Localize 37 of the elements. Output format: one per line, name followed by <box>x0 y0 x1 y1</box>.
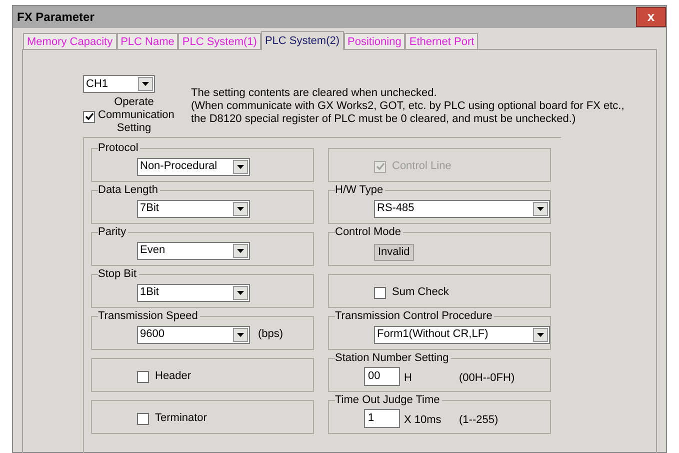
input-field[interactable]: 1 <box>364 409 400 428</box>
group-title: H/W Type <box>335 183 386 197</box>
dropdown[interactable]: CH1 <box>83 75 155 93</box>
dropdown[interactable]: RS-485 <box>374 200 550 218</box>
group-title: Station Number Setting <box>335 351 451 365</box>
range-label: (1--255) <box>459 412 498 428</box>
unit-label: H <box>404 370 413 386</box>
checkbox-label: Sum Check <box>392 285 449 300</box>
note-text: the D8120 special register of PLC must be 0 cleared, and must be unchecked.) <box>191 113 577 126</box>
input-field[interactable]: 00 <box>364 367 400 386</box>
dropdown[interactable]: 9600 <box>137 326 250 344</box>
checkbox[interactable] <box>374 286 386 298</box>
dropdown[interactable]: 1Bit <box>137 284 250 302</box>
checkbox[interactable] <box>137 412 149 424</box>
close-button[interactable]: x <box>636 7 666 27</box>
dropdown[interactable]: Non-Procedural <box>137 158 250 176</box>
checkbox[interactable] <box>137 370 149 382</box>
group-title: Parity <box>98 225 128 239</box>
checkbox-label: Header <box>155 369 192 384</box>
window-title: FX Parameter <box>17 9 94 26</box>
checkbox[interactable] <box>83 110 95 122</box>
mode-display: Invalid <box>374 244 414 260</box>
dropdown[interactable]: Even <box>137 242 250 260</box>
group-title: Data Length <box>98 183 160 197</box>
group-title: Stop Bit <box>98 267 139 281</box>
checkbox-label: Terminator <box>155 411 207 426</box>
note-text: The setting contents are cleared when unchecked. <box>191 87 438 100</box>
tab[interactable]: PLC System(2) <box>260 31 344 50</box>
dropdown[interactable]: Form1(Without CR,LF) <box>374 326 550 344</box>
group-title: Time Out Judge Time <box>335 393 442 407</box>
range-label: (00H--0FH) <box>459 370 515 386</box>
checkbox-label: Control Line <box>392 159 452 174</box>
dropdown[interactable]: 7Bit <box>137 200 250 218</box>
unit-label: X 10ms <box>404 412 442 428</box>
note-text: (When communicate with GX Works2, GOT, etc. by PLC using optional board for FX etc., <box>191 100 624 113</box>
group-title: Transmission Speed <box>98 309 200 323</box>
unit-label: (bps) <box>258 327 284 342</box>
